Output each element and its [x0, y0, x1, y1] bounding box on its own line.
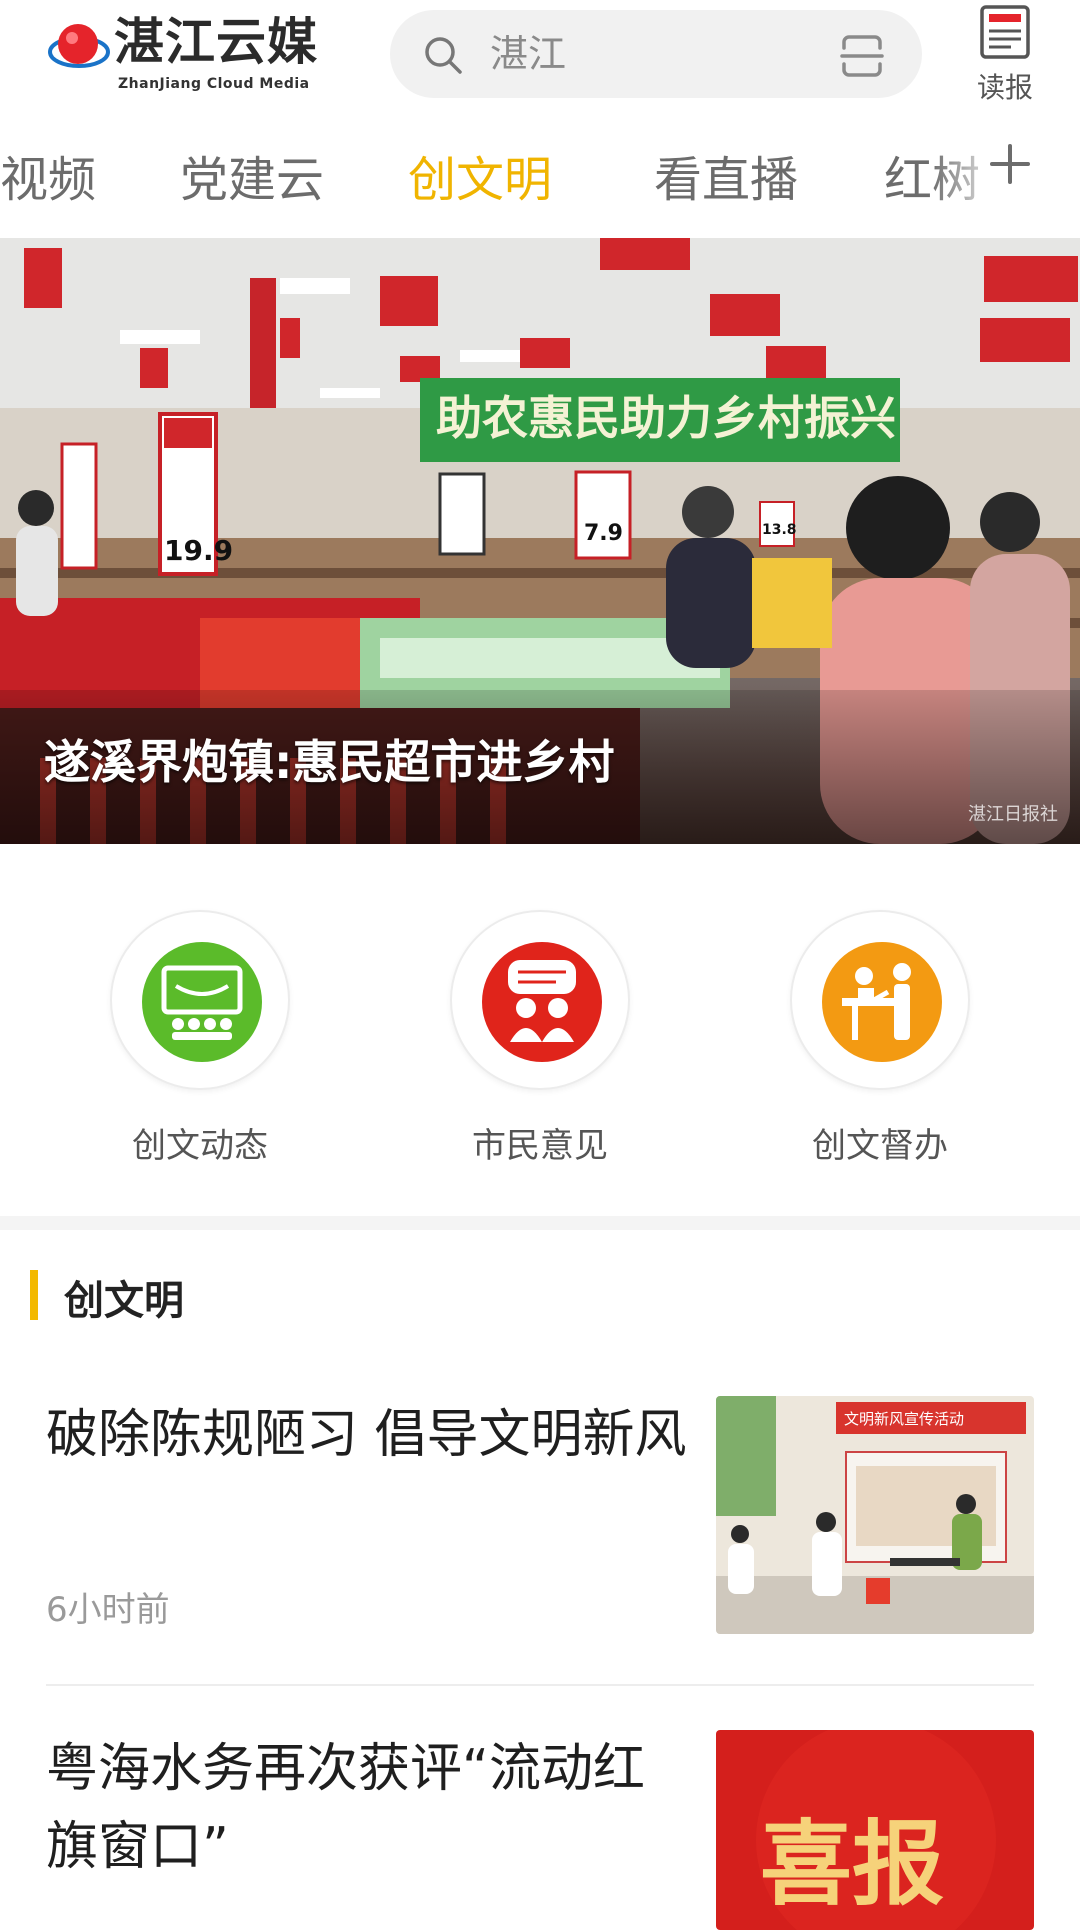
quick-entry-label: 创文动态 [132, 1126, 268, 1166]
event-photo: 文明新风宣传活动 [716, 1396, 1034, 1634]
price-tag-3: 13.8 [762, 522, 797, 538]
news-separator [46, 1684, 1034, 1686]
quick-entry-supervision[interactable]: 创文督办 [780, 910, 980, 1180]
newspaper-icon [980, 5, 1030, 59]
quick-entry-ring [110, 910, 290, 1090]
photo-watermark: 湛江日报社 [968, 804, 1058, 825]
headline-banner[interactable]: 助农惠民助力乡村振兴 19.9 7.9 13.8 遂溪界炮镇:惠民超市进乡村 湛… [0, 238, 1080, 844]
top-header: 湛江云媒 ZhanJiang Cloud Media 读报 [0, 0, 1080, 112]
search-icon [425, 37, 462, 74]
section-header: 创文明 [0, 1260, 1080, 1340]
price-tag-2: 7.9 [584, 521, 623, 546]
tab-video[interactable]: 视频 [0, 140, 96, 210]
news-thumbnail[interactable]: 文明新风宣传活动 [716, 1396, 1034, 1634]
price-tag-1: 19.9 [164, 534, 233, 567]
section-accent-bar [30, 1270, 38, 1320]
section-title: 创文明 [64, 1278, 184, 1324]
speech-people-icon [482, 942, 602, 1062]
quick-entry-row: 创文动态 市民意见 创文督办 [0, 844, 1080, 1216]
screen-audience-icon [142, 942, 262, 1062]
search-input[interactable] [490, 24, 790, 84]
news-item[interactable]: 破除陈规陋习 倡导文明新风 6小时前 文明新风宣传活动 [0, 1396, 1080, 1686]
desk-supervision-icon [822, 942, 942, 1062]
epaper-button[interactable]: 读报 [968, 4, 1042, 104]
quick-entry-ring [450, 910, 630, 1090]
quick-entry-label: 市民意见 [472, 1126, 608, 1166]
quick-entry-opinions[interactable]: 市民意见 [440, 910, 640, 1180]
quick-entry-news[interactable]: 创文动态 [100, 910, 300, 1180]
channel-tabs: 视频 党建云 创文明 看直播 红树 [0, 118, 1080, 228]
scan-icon[interactable] [838, 32, 886, 80]
thumb-xibao-text: 喜报 [760, 1810, 944, 1918]
add-channel-icon[interactable] [980, 134, 1040, 194]
store-banner-text: 助农惠民助力乡村振兴 [436, 391, 896, 445]
logo-subtitle: ZhanJiang Cloud Media [118, 76, 310, 92]
app-logo[interactable]: 湛江云媒 ZhanJiang Cloud Media [48, 10, 338, 98]
quick-entry-label: 创文督办 [812, 1126, 948, 1166]
tab-live[interactable]: 看直播 [654, 140, 798, 210]
search-bar[interactable] [390, 10, 922, 98]
tab-civilization[interactable]: 创文明 [408, 140, 552, 210]
tab-party-cloud[interactable]: 党建云 [180, 140, 324, 210]
banner-caption[interactable]: 遂溪界炮镇:惠民超市进乡村 [44, 726, 614, 792]
epaper-label: 读报 [976, 71, 1033, 104]
quick-entry-ring [790, 910, 970, 1090]
news-thumbnail[interactable]: 喜报 [716, 1730, 1034, 1930]
good-news-graphic: 喜报 [716, 1730, 1034, 1930]
news-title[interactable]: 粤海水务再次获评“流动红旗窗口” [46, 1730, 696, 1886]
logo-name: 湛江云媒 [114, 13, 318, 71]
section-divider [0, 1216, 1080, 1230]
news-time: 6小时前 [46, 1590, 170, 1630]
news-item[interactable]: 粤海水务再次获评“流动红旗窗口” 喜报 [0, 1730, 1080, 1930]
logo-ball-icon [48, 24, 110, 68]
thumb-banner-text: 文明新风宣传活动 [844, 1410, 964, 1428]
news-title[interactable]: 破除陈规陋习 倡导文明新风 [46, 1396, 696, 1474]
